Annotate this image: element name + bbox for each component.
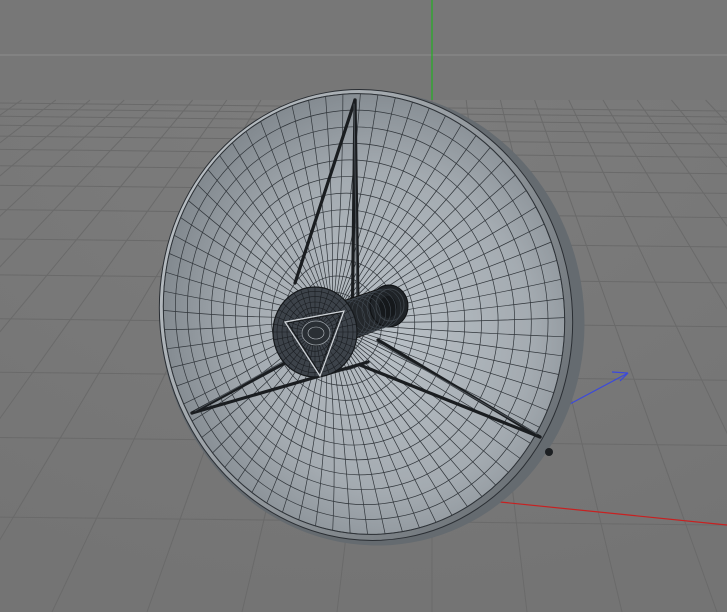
viewport-canvas[interactable] [0, 0, 727, 612]
3d-viewport[interactable] [0, 0, 727, 612]
mount-bolt [545, 448, 553, 456]
